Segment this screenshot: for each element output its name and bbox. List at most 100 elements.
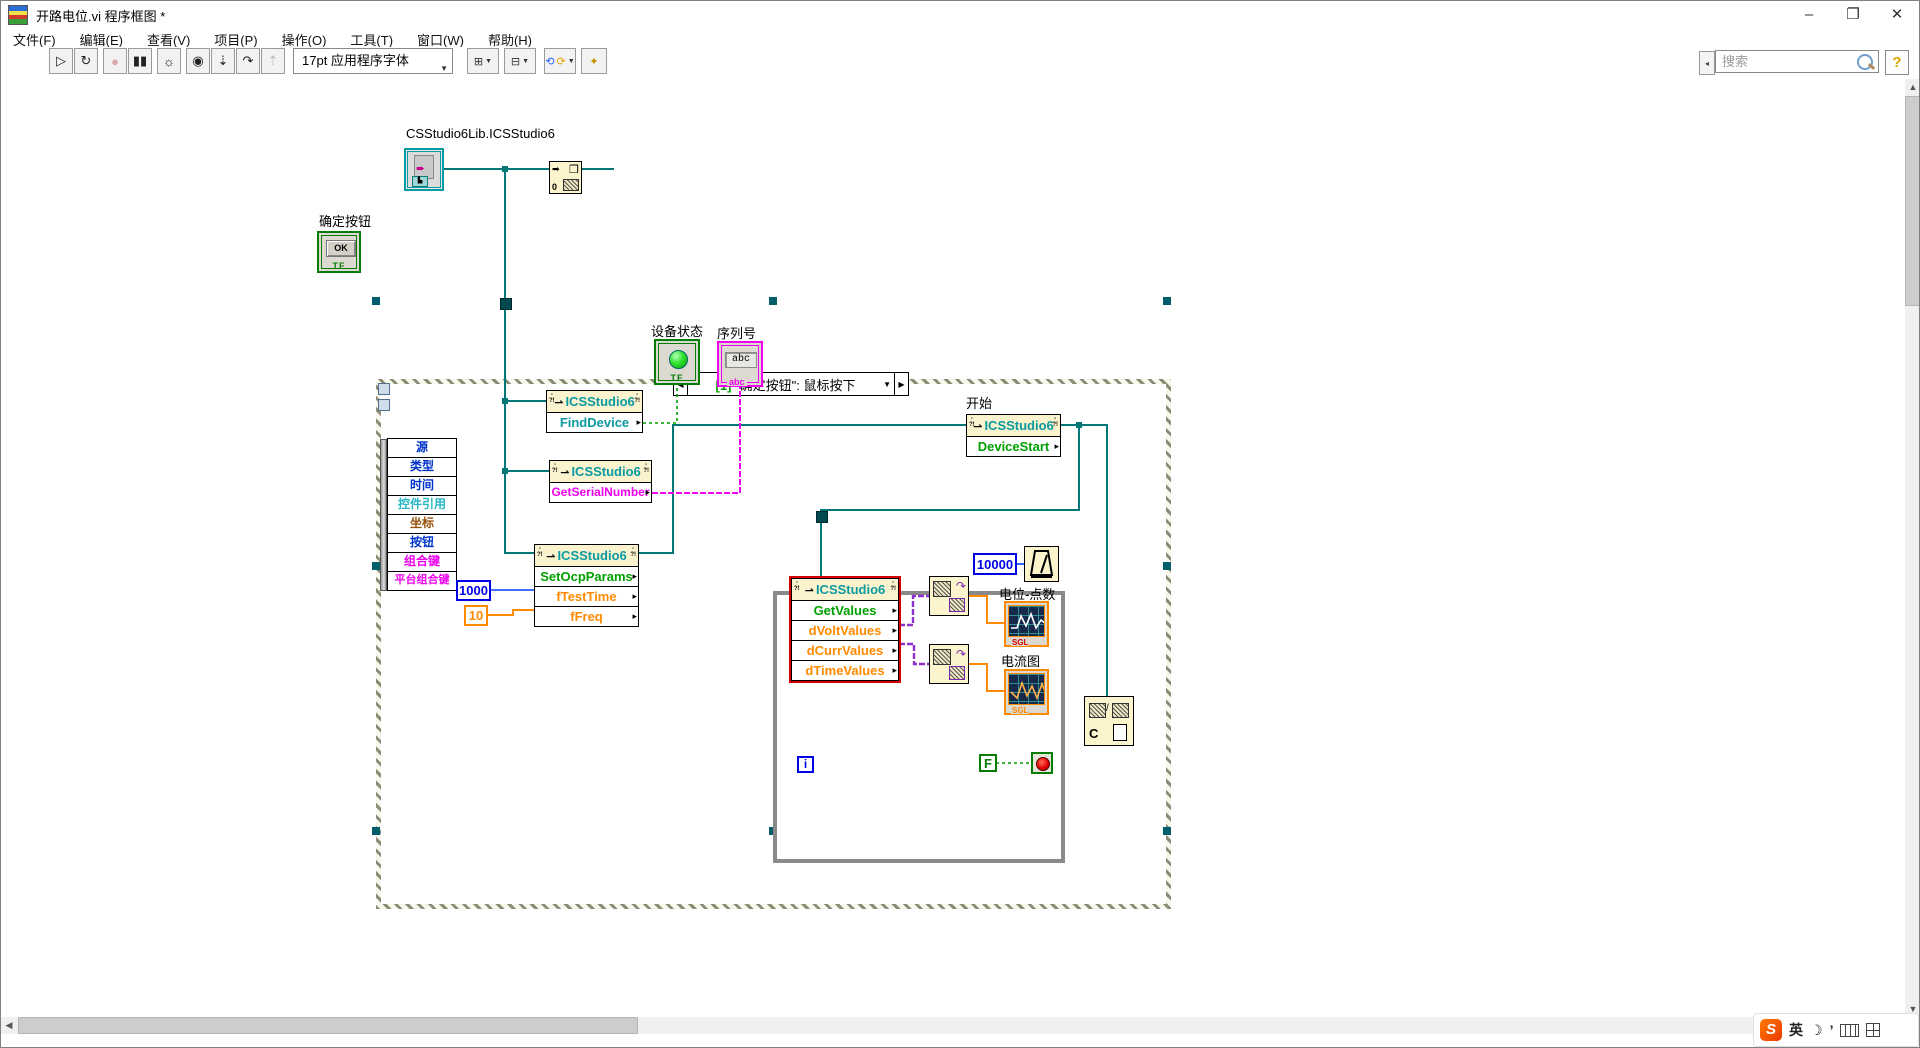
horizontal-scrollbar[interactable]: ◀ ▶ — [1, 1017, 1905, 1034]
false-constant[interactable]: F — [979, 754, 997, 772]
scroll-left-arrow[interactable]: ◀ — [1, 1017, 17, 1034]
param-dvoltvalues[interactable]: dVoltValues — [792, 621, 898, 641]
to-more-specific-node[interactable]: ➡ ❒ 0 — [549, 161, 582, 194]
close-reference-node[interactable]: / C — [1084, 696, 1134, 746]
step-over-button[interactable]: ↷ — [236, 48, 260, 74]
selection-handle-br[interactable] — [1163, 827, 1171, 835]
method-devicestart[interactable]: DeviceStart — [967, 437, 1060, 456]
menu-window[interactable]: 窗口(W) — [405, 29, 476, 47]
retain-wire-values-button[interactable]: ◉ — [186, 48, 210, 74]
pause-button[interactable]: ▮▮ — [128, 48, 152, 74]
event-data-node[interactable]: 源 类型 时间 控件引用 坐标 按钮 组合键 平台组合键 — [387, 439, 457, 591]
event-data-button[interactable]: 按钮 — [387, 533, 457, 553]
ime-keyboard-icon[interactable] — [1840, 1024, 1859, 1037]
event-next-arrow[interactable]: ▶ — [894, 373, 908, 395]
abort-button[interactable]: ● — [103, 48, 127, 74]
ime-toolbox-icon[interactable] — [1866, 1023, 1880, 1037]
search-icon — [1857, 54, 1873, 70]
menu-help[interactable]: 帮助(H) — [476, 29, 544, 47]
constant-1000[interactable]: 1000 — [456, 580, 491, 601]
menu-project[interactable]: 项目(P) — [202, 29, 269, 47]
search-expander-button[interactable]: ◂ — [1699, 51, 1715, 75]
event-data-ctlref[interactable]: 控件引用 — [387, 495, 457, 515]
ok-button-terminal[interactable]: OK TF — [317, 231, 361, 273]
reorder-dropdown[interactable]: ✦ — [581, 48, 607, 74]
method-setocpparams[interactable]: SetOcpParams — [535, 567, 638, 587]
clean-up-diagram-dropdown[interactable]: ⟲⟳▼ — [544, 48, 576, 74]
start-label: 开始 — [966, 393, 992, 412]
selection-handle-bl[interactable] — [372, 827, 380, 835]
led-icon — [669, 350, 688, 369]
sogou-logo-icon[interactable]: S — [1760, 1019, 1782, 1041]
step-out-button[interactable]: ⇡ — [261, 48, 285, 74]
close-button[interactable]: ✕ — [1875, 1, 1919, 27]
event-data-time[interactable]: 时间 — [387, 476, 457, 496]
event-selector-label[interactable]: ◀ [1] "确定按钮": 鼠标按下 ▼ ▶ — [673, 372, 909, 396]
font-selector[interactable]: 17pt 应用程序字体▼ — [293, 48, 453, 74]
invoke-node-devicestart[interactable]: ⇀ICSStudio6 DeviceStart — [966, 414, 1061, 457]
step-into-button[interactable]: ⇣ — [211, 48, 235, 74]
param-dtimevalues[interactable]: dTimeValues — [792, 661, 898, 680]
event-data-platmods[interactable]: 平台组合键 — [387, 571, 457, 591]
serial-number-terminal[interactable]: abc abc — [717, 341, 763, 387]
search-input[interactable]: 搜索 — [1715, 50, 1879, 73]
invoke-node-getvalues[interactable]: ⇀ICSStudio6 GetValues dVoltValues dCurrV… — [791, 578, 899, 681]
event-data-source[interactable]: 源 — [387, 438, 457, 458]
selection-handle-ml[interactable] — [372, 562, 380, 570]
net-array-conversion-node-1[interactable]: ↷ — [929, 576, 969, 616]
selection-handle-tm[interactable] — [769, 297, 777, 305]
dotnet-class-constant[interactable]: ➨ ▙ — [404, 148, 444, 191]
event-border-tunnel[interactable] — [500, 298, 512, 310]
vertical-scroll-thumb[interactable] — [1905, 96, 1920, 306]
constant-10000[interactable]: 10000 — [973, 553, 1017, 575]
distribute-objects-dropdown[interactable]: ⊟▼ — [504, 48, 536, 74]
method-getserialnumber[interactable]: GetSerialNumber — [550, 483, 651, 502]
search-placeholder: 搜索 — [1722, 54, 1748, 69]
param-ffreq[interactable]: fFreq — [535, 607, 638, 626]
invoke-node-finddevice[interactable]: ⇀ICSStudio6 FindDevice — [546, 390, 643, 433]
loop-border-tunnel[interactable] — [816, 511, 828, 523]
ok-button-label: 确定按钮 — [319, 211, 371, 230]
invoke-node-setocpparams[interactable]: ⇀ICSStudio6 SetOcpParams fTestTime fFreq — [534, 544, 639, 627]
param-ftesttime[interactable]: fTestTime — [535, 587, 638, 607]
horizontal-scroll-thumb[interactable] — [18, 1017, 638, 1034]
ime-moon-icon[interactable]: ☽ — [1810, 1022, 1823, 1039]
event-dropdown-arrow[interactable]: ▼ — [883, 380, 891, 389]
scroll-up-arrow[interactable]: ▲ — [1905, 79, 1920, 95]
menu-file[interactable]: 文件(F) — [1, 29, 68, 47]
net-array-conversion-node-2[interactable]: ↷ — [929, 644, 969, 684]
loop-condition-terminal[interactable] — [1031, 752, 1053, 774]
device-status-terminal[interactable]: TF — [654, 339, 700, 385]
run-button[interactable]: ▷ — [49, 48, 73, 74]
selection-handle-tl[interactable] — [372, 297, 380, 305]
selection-handle-mr[interactable] — [1163, 562, 1171, 570]
menu-tools[interactable]: 工具(T) — [338, 29, 405, 47]
run-continuous-button[interactable]: ↻ — [74, 48, 98, 74]
method-finddevice[interactable]: FindDevice — [547, 413, 642, 432]
wait-until-next-ms-node[interactable] — [1024, 546, 1059, 582]
event-data-type[interactable]: 类型 — [387, 457, 457, 477]
constant-10[interactable]: 10 — [464, 605, 488, 626]
ime-language-indicator[interactable]: 英 — [1789, 1020, 1803, 1040]
minimize-button[interactable]: – — [1787, 1, 1831, 27]
param-dcurrvalues[interactable]: dCurrValues — [792, 641, 898, 661]
ime-punctuation-indicator[interactable]: ’ — [1830, 1022, 1834, 1038]
event-data-mods[interactable]: 组合键 — [387, 552, 457, 572]
menu-view[interactable]: 查看(V) — [135, 29, 202, 47]
block-diagram-canvas[interactable]: ◀ [1] "确定按钮": 鼠标按下 ▼ ▶ — [1, 79, 1905, 1017]
vertical-scrollbar[interactable]: ▲ ▼ — [1905, 79, 1920, 1017]
align-objects-dropdown[interactable]: ⊞▼ — [467, 48, 499, 74]
highlight-execution-button[interactable]: ☼ — [157, 48, 181, 74]
event-data-coords[interactable]: 坐标 — [387, 514, 457, 534]
invoke-node-getserialnumber[interactable]: ⇀ICSStudio6 GetSerialNumber — [549, 460, 652, 503]
loop-iteration-terminal[interactable]: i — [797, 756, 814, 773]
restore-button[interactable]: ❐ — [1831, 1, 1875, 27]
chart-terminal-voltage[interactable]: SGL — [1004, 601, 1049, 647]
menu-operate[interactable]: 操作(O) — [270, 29, 339, 47]
help-button[interactable]: ? — [1885, 50, 1909, 75]
selection-handle-tr[interactable] — [1163, 297, 1171, 305]
method-getvalues[interactable]: GetValues — [792, 601, 898, 621]
menu-edit[interactable]: 编辑(E) — [68, 29, 135, 47]
chart-terminal-current[interactable]: SGL — [1004, 669, 1049, 715]
title-bar: 开路电位.vi 程序框图 * – ❐ ✕ — [1, 1, 1920, 29]
